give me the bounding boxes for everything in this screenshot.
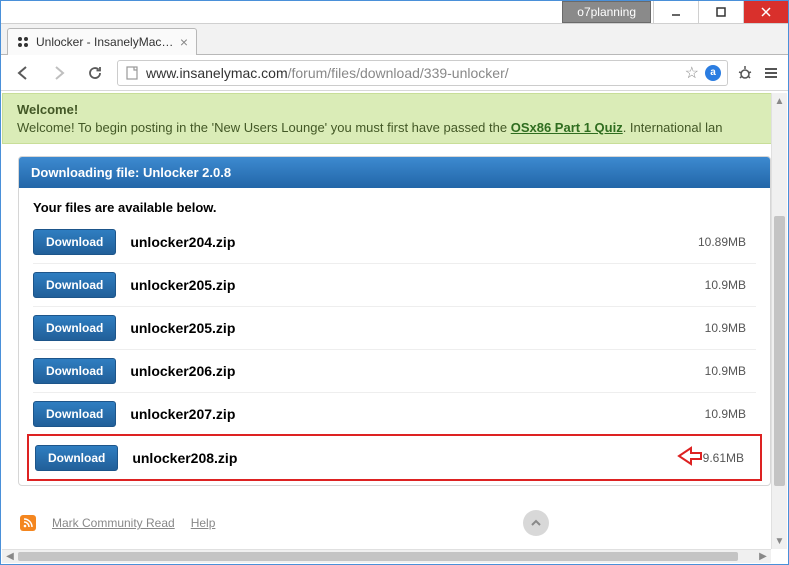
rss-icon[interactable]	[20, 515, 36, 531]
url-text: www.insanelymac.com/forum/files/download…	[146, 65, 685, 81]
page-viewport: Welcome! Welcome! To begin posting in th…	[2, 93, 787, 549]
window-titlebar: o7planning	[1, 1, 788, 24]
download-panel: Downloading file: Unlocker 2.0.8 Your fi…	[18, 156, 771, 486]
help-link[interactable]: Help	[191, 516, 216, 530]
download-button[interactable]: Download	[33, 401, 116, 427]
maximize-button[interactable]	[698, 1, 743, 23]
bookmark-star-icon[interactable]: ☆	[685, 63, 699, 83]
tab-title: Unlocker - InsanelyMac Fo	[36, 35, 176, 49]
file-row: Download unlocker204.zip 10.89MB	[33, 221, 756, 264]
reload-button[interactable]	[81, 59, 109, 87]
file-row: Download unlocker205.zip 10.9MB	[33, 307, 756, 350]
download-button[interactable]: Download	[33, 358, 116, 384]
file-size: 10.9MB	[705, 278, 746, 292]
scroll-left-arrow-icon[interactable]: ◀	[2, 550, 18, 563]
tab-strip: Unlocker - InsanelyMac Fo ×	[1, 24, 788, 55]
arrow-callout-icon	[675, 444, 703, 471]
back-button[interactable]	[9, 59, 37, 87]
footer-bar: Mark Community Read Help	[2, 500, 787, 546]
file-name: unlocker205.zip	[130, 320, 704, 336]
scroll-right-arrow-icon[interactable]: ▶	[755, 550, 771, 563]
mark-community-read-link[interactable]: Mark Community Read	[52, 516, 175, 530]
horizontal-scrollbar[interactable]: ◀ ▶	[2, 549, 771, 563]
tab-close-icon[interactable]: ×	[180, 34, 188, 50]
scroll-down-arrow-icon[interactable]: ▼	[772, 533, 787, 549]
page-icon	[124, 65, 140, 81]
file-size: 9.61MB	[703, 451, 744, 465]
file-size: 10.9MB	[705, 364, 746, 378]
file-row-highlighted: Download unlocker208.zip 9.61MB	[27, 434, 762, 481]
file-row: Download unlocker207.zip 10.9MB	[33, 393, 756, 436]
download-button[interactable]: Download	[33, 229, 116, 255]
vertical-scrollbar[interactable]: ▲ ▼	[771, 93, 787, 549]
file-name: unlocker204.zip	[130, 234, 698, 250]
download-button[interactable]: Download	[33, 315, 116, 341]
file-row: Download unlocker205.zip 10.9MB	[33, 264, 756, 307]
forward-button[interactable]	[45, 59, 73, 87]
file-size: 10.89MB	[698, 235, 746, 249]
welcome-title: Welcome!	[17, 102, 772, 117]
minimize-button[interactable]	[653, 1, 698, 23]
close-button[interactable]	[743, 1, 788, 23]
download-button[interactable]: Download	[33, 272, 116, 298]
file-size: 10.9MB	[705, 407, 746, 421]
file-name: unlocker205.zip	[130, 277, 704, 293]
welcome-banner: Welcome! Welcome! To begin posting in th…	[2, 93, 787, 144]
files-available-label: Your files are available below.	[33, 200, 756, 215]
browser-tab[interactable]: Unlocker - InsanelyMac Fo ×	[7, 28, 197, 55]
welcome-text: Welcome! To begin posting in the 'New Us…	[17, 120, 772, 135]
browser-menu-icon[interactable]	[762, 64, 780, 82]
extension-bug-icon[interactable]	[736, 64, 754, 82]
vertical-scroll-thumb[interactable]	[774, 216, 785, 486]
browser-toolbar: www.insanelymac.com/forum/files/download…	[1, 55, 788, 91]
horizontal-scroll-thumb[interactable]	[18, 552, 738, 561]
file-size: 10.9MB	[705, 321, 746, 335]
tab-favicon-icon	[16, 35, 30, 49]
extension-a-icon[interactable]: a	[705, 65, 721, 81]
scroll-up-arrow-icon[interactable]: ▲	[772, 93, 787, 109]
scroll-to-top-button[interactable]	[523, 510, 549, 536]
file-name: unlocker207.zip	[130, 406, 704, 422]
file-name: unlocker208.zip	[132, 450, 662, 466]
taskbar-user-badge: o7planning	[562, 1, 651, 23]
panel-header: Downloading file: Unlocker 2.0.8	[19, 157, 770, 188]
address-bar[interactable]: www.insanelymac.com/forum/files/download…	[117, 60, 728, 86]
download-button[interactable]: Download	[35, 445, 118, 471]
file-name: unlocker206.zip	[130, 363, 704, 379]
quiz-link[interactable]: OSx86 Part 1 Quiz	[511, 120, 623, 135]
file-row: Download unlocker206.zip 10.9MB	[33, 350, 756, 393]
